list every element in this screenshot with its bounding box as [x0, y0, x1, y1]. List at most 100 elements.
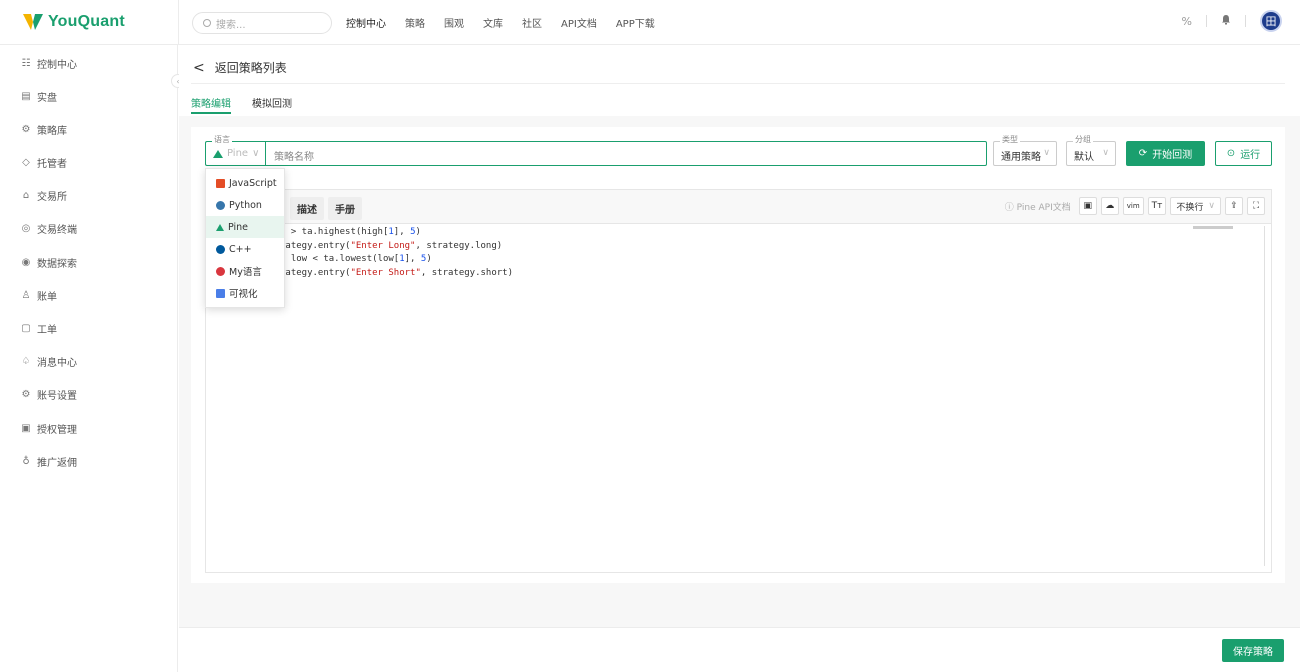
sidebar-item-referral[interactable]: ♁ 推广返佣	[20, 454, 77, 469]
start-backtest-button[interactable]: ⟳ 开始回测	[1126, 141, 1205, 166]
scrollbar[interactable]	[1264, 226, 1265, 566]
tab-manual[interactable]: 手册	[328, 197, 362, 220]
type-value: 通用策略	[1001, 152, 1041, 163]
chevron-down-icon: ∨	[1102, 148, 1109, 158]
language-dropdown: JavaScript Python Pine C++ My语言 可视化	[205, 168, 285, 308]
sidebar-item-label: 账单	[37, 292, 57, 303]
top-bar: YouQuant 搜索... 控制中心 策略 围观 文库 社区 API文档 AP…	[0, 0, 1300, 45]
type-select[interactable]: 类型 通用策略 ∨	[993, 135, 1057, 166]
sidebar-item-label: 交易终端	[37, 225, 77, 236]
chevron-down-icon: ∨	[1043, 148, 1050, 158]
sidebar-item-strategy-library[interactable]: ⚙ 策略库	[20, 122, 67, 137]
sidebar-item-terminal[interactable]: ◎ 交易终端	[20, 221, 77, 236]
upload-icon[interactable]: ⇪	[1225, 197, 1243, 215]
nav-item-api-docs[interactable]: API文档	[561, 15, 597, 30]
fullscreen-icon[interactable]: ⛶	[1247, 197, 1265, 215]
page-header: < 返回策略列表 策略编辑 模拟回测	[179, 45, 1300, 116]
bill-icon: ♙	[21, 290, 31, 301]
top-right-tools: % 田	[1182, 10, 1282, 32]
save-strategy-button[interactable]: 保存策略	[1222, 639, 1284, 662]
sidebar-item-label: 控制中心	[37, 60, 77, 71]
sidebar-item-ticket[interactable]: ▢ 工单	[20, 321, 57, 336]
sidebar-item-account-settings[interactable]: ⚙ 账号设置	[20, 387, 77, 402]
back-link-label: 返回策略列表	[214, 61, 287, 75]
language-option-cpp[interactable]: C++	[206, 238, 284, 260]
language-option-pine[interactable]: Pine	[206, 216, 284, 238]
language-switch-icon[interactable]: %	[1182, 15, 1192, 28]
promo-icon: ♁	[22, 456, 30, 467]
python-icon	[216, 200, 225, 210]
sidebar-item-exchange[interactable]: ⌂ 交易所	[20, 188, 67, 203]
sidebar: ☷ 控制中心 ▤ 实盘 ⚙ 策略库 ◇ 托管者 ⌂ 交易所 ◎ 交易终端 ◉ 数据探索 ♙ 账单…	[0, 45, 185, 672]
nav-item-dashboard[interactable]: 控制中心	[346, 15, 386, 30]
sidebar-item-bill[interactable]: ♙ 账单	[20, 288, 57, 303]
strategy-name-placeholder: 策略名称	[274, 152, 314, 163]
nav-item-app-download[interactable]: APP下载	[616, 15, 655, 30]
group-value: 默认	[1074, 152, 1094, 163]
sidebar-item-docker[interactable]: ◇ 托管者	[20, 155, 67, 170]
tab-strategy-edit[interactable]: 策略编辑	[191, 95, 231, 114]
visual-icon	[216, 288, 225, 298]
sidebar-item-authorization[interactable]: ▣ 授权管理	[20, 421, 77, 436]
data-icon: ◉	[21, 257, 31, 268]
language-option-visual[interactable]: 可视化	[206, 282, 284, 304]
terminal-icon: ◎	[21, 223, 31, 234]
code-editor[interactable]: 描述 手册 ⓘ Pine API文档 ▣ ☁ vim Tт 不换行 ∨ ⇪ ⛶ h…	[205, 189, 1272, 573]
refresh-icon: ⟳	[1138, 148, 1148, 159]
sidebar-item-label: 数据探索	[37, 259, 77, 270]
language-option-python[interactable]: Python	[206, 194, 284, 216]
nav-item-watch[interactable]: 围观	[444, 15, 464, 30]
logo-icon	[23, 14, 43, 30]
language-option-javascript[interactable]: JavaScript	[206, 172, 284, 194]
run-button[interactable]: ⊙ 运行	[1215, 141, 1272, 166]
code-content[interactable]: h > ta.highest(high[1], 5) rategy.entry("…	[280, 226, 513, 280]
pine-icon	[216, 223, 224, 231]
code-line: rategy.entry("Enter Long", strategy.long…	[280, 240, 503, 251]
font-size-icon[interactable]: Tт	[1147, 197, 1167, 215]
tab-backtest[interactable]: 模拟回测	[252, 95, 292, 110]
strategy-name-field[interactable]: 策略名称	[265, 141, 987, 166]
editor-panel: 语言 Pine ∨ 策略名称 类型 通用策略 ∨ 分组 默认 ∨ ⟳ 开始回测 …	[191, 127, 1285, 583]
cloud-icon[interactable]: ☁	[1100, 197, 1119, 215]
bottom-bar: 保存策略	[179, 627, 1300, 672]
avatar[interactable]: 田	[1260, 10, 1282, 32]
editor-tools: ⓘ Pine API文档 ▣ ☁ vim Tт 不换行 ∨ ⇪ ⛶	[1005, 197, 1265, 215]
ticket-icon: ▢	[21, 323, 31, 334]
divider	[1206, 15, 1207, 27]
language-select[interactable]: 语言 Pine ∨	[205, 135, 266, 166]
javascript-icon	[216, 178, 225, 188]
logo-text: YouQuant	[48, 13, 125, 30]
api-doc-link[interactable]: ⓘ Pine API文档	[1005, 200, 1071, 213]
tab-description[interactable]: 描述	[290, 197, 324, 220]
nav-item-library[interactable]: 文库	[483, 15, 503, 30]
search-input[interactable]: 搜索...	[192, 12, 332, 34]
bell-icon[interactable]	[1221, 14, 1231, 28]
sidebar-item-messages[interactable]: ♤ 消息中心	[20, 354, 77, 369]
save-icon[interactable]: ▣	[1078, 197, 1097, 215]
cpp-icon	[216, 244, 225, 254]
sidebar-item-data[interactable]: ◉ 数据探索	[20, 255, 77, 270]
vim-toggle[interactable]: vim	[1122, 197, 1144, 215]
wrap-select[interactable]: 不换行 ∨	[1170, 197, 1221, 215]
nav-item-community[interactable]: 社区	[522, 15, 542, 30]
nav-item-strategy[interactable]: 策略	[405, 15, 425, 30]
code-line: f low < ta.lowest(low[1], 5)	[280, 254, 432, 264]
code-minimap[interactable]	[1193, 226, 1233, 229]
sidebar-item-label: 账号设置	[37, 391, 77, 402]
group-legend: 分组	[1073, 135, 1093, 145]
sidebar-item-dashboard[interactable]: ☷ 控制中心	[20, 56, 77, 71]
editor-tabs: 描述 手册	[290, 197, 362, 220]
live-icon: ▤	[21, 91, 31, 102]
auth-icon: ▣	[21, 423, 31, 434]
sidebar-item-label: 推广返佣	[37, 458, 77, 469]
sidebar-item-live[interactable]: ▤ 实盘	[20, 89, 57, 104]
group-select[interactable]: 分组 默认 ∨	[1066, 135, 1116, 166]
language-legend: 语言	[212, 135, 232, 145]
back-link[interactable]: < 返回策略列表	[193, 59, 287, 76]
logo[interactable]: YouQuant	[22, 12, 125, 32]
sidebar-item-label: 托管者	[37, 159, 67, 170]
chevron-down-icon: ∨	[1208, 201, 1215, 211]
dashboard-icon: ☷	[21, 58, 31, 69]
language-option-mylang[interactable]: My语言	[206, 260, 284, 282]
settings-icon: ⚙	[21, 389, 31, 400]
